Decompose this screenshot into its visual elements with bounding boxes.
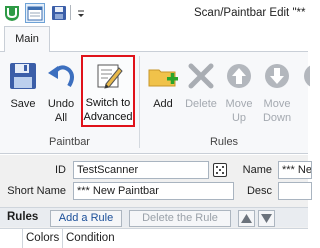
move-down-label: Move Down — [262, 98, 292, 124]
calendar-edit-button[interactable] — [25, 3, 45, 23]
desc-field[interactable] — [278, 182, 312, 200]
dice-icon[interactable] — [213, 163, 227, 177]
short-name-field[interactable]: *** New Paintbar — [73, 182, 234, 200]
arrow-up-icon — [227, 64, 251, 88]
name-label: Name — [242, 164, 272, 176]
group-label-paintbar: Paintbar — [49, 136, 90, 148]
delete-button[interactable]: Delete — [182, 55, 220, 135]
move-down-button[interactable]: Move Down — [258, 55, 296, 135]
undo-all-button[interactable]: Undo All — [42, 55, 80, 135]
ribbon-tab-strip: Main — [0, 26, 308, 53]
rule-move-down-button[interactable] — [258, 210, 275, 227]
name-field[interactable]: *** Ne — [278, 161, 312, 179]
group-label-rules: Rules — [209, 136, 239, 148]
add-label: Add — [153, 98, 173, 110]
id-label: ID — [55, 164, 66, 176]
switch-to-advanced-label: Switch to Advanced — [83, 97, 133, 123]
save-label: Save — [10, 98, 36, 110]
window-title: Scan/Paintbar Edit "** — [194, 7, 306, 19]
add-button[interactable]: Add — [144, 55, 182, 135]
edit-document-icon — [97, 64, 123, 89]
ribbon-overflow-button[interactable] — [300, 60, 310, 92]
edit-form: ID TestScanner Name *** Ne Short Name **… — [0, 155, 312, 248]
undo-all-label: Undo All — [47, 98, 75, 124]
column-header-colors[interactable]: Colors — [23, 229, 63, 248]
undo-icon — [48, 65, 74, 88]
floppy-disk-icon — [10, 63, 36, 89]
dropdown-icon[interactable] — [73, 4, 91, 22]
rule-move-up-button[interactable] — [238, 210, 255, 227]
rules-title: Rules — [7, 211, 39, 223]
tab-main[interactable]: Main — [4, 26, 50, 53]
ribbon-group-separator — [139, 56, 140, 148]
delete-label: Delete — [185, 98, 217, 110]
column-header-condition[interactable]: Condition — [63, 229, 308, 248]
rules-grid-header: Colors Condition — [0, 228, 308, 248]
calendar-edit-icon — [27, 6, 43, 21]
desc-label: Desc — [246, 185, 272, 197]
arrow-down-icon — [265, 64, 289, 88]
delete-rule-button[interactable]: Delete the Rule — [129, 210, 231, 227]
move-up-label: Move Up — [225, 98, 253, 124]
title-bar: Scan/Paintbar Edit "** — [0, 0, 308, 26]
triangle-up-icon — [241, 214, 252, 223]
qat-separator — [70, 5, 71, 20]
move-up-button[interactable]: Move Up — [220, 55, 258, 135]
triangle-down-icon — [261, 214, 272, 223]
ribbon: Save Undo All Switch to Advanced Add Del… — [0, 52, 310, 154]
rules-toolbar: Rules Add a Rule Delete the Rule — [0, 207, 308, 227]
switch-to-advanced-button[interactable]: Switch to Advanced — [81, 55, 135, 127]
short-name-label: Short Name — [7, 185, 66, 197]
row-header-cell — [0, 229, 23, 248]
save-button[interactable]: Save — [4, 55, 42, 135]
folder-add-icon — [148, 69, 178, 87]
delete-x-icon — [188, 63, 214, 89]
add-rule-button[interactable]: Add a Rule — [50, 210, 122, 227]
save-icon[interactable] — [50, 4, 68, 22]
partial-ribbon-icon — [304, 65, 310, 87]
app-icon[interactable] — [3, 4, 21, 22]
id-field[interactable]: TestScanner — [73, 161, 209, 179]
